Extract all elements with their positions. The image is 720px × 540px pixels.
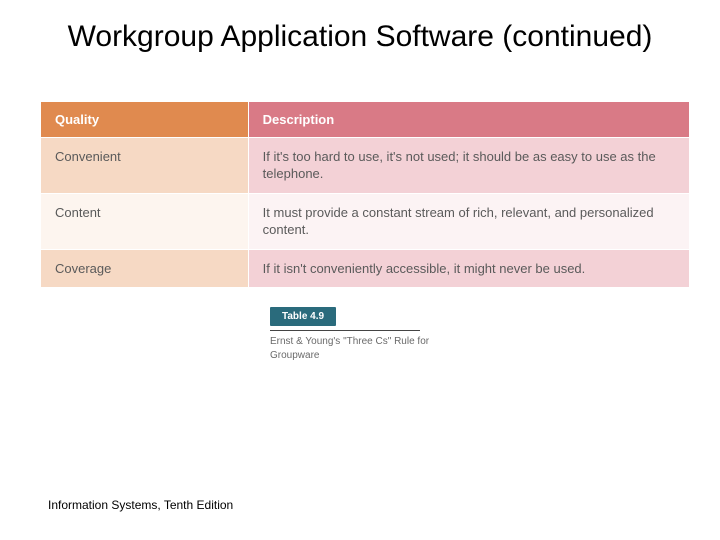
cell-quality: Coverage	[41, 249, 249, 288]
table-caption: Table 4.9 Ernst & Young's "Three Cs" Rul…	[270, 306, 450, 362]
cell-description: If it isn't conveniently accessible, it …	[248, 249, 689, 288]
footer-text: Information Systems, Tenth Edition	[48, 498, 233, 512]
header-description: Description	[248, 101, 689, 137]
caption-divider	[270, 330, 420, 331]
caption-text: Ernst & Young's "Three Cs" Rule for Grou…	[270, 335, 450, 362]
cell-quality: Content	[41, 193, 249, 249]
qualities-table-container: Quality Description Convenient If it's t…	[40, 101, 690, 289]
table-row: Content It must provide a constant strea…	[41, 193, 690, 249]
cell-description: It must provide a constant stream of ric…	[248, 193, 689, 249]
qualities-table: Quality Description Convenient If it's t…	[40, 101, 690, 289]
page-title: Workgroup Application Software (continue…	[0, 0, 720, 66]
table-row: Convenient If it's too hard to use, it's…	[41, 137, 690, 193]
table-row: Coverage If it isn't conveniently access…	[41, 249, 690, 288]
cell-description: If it's too hard to use, it's not used; …	[248, 137, 689, 193]
table-number-badge: Table 4.9	[270, 307, 336, 326]
cell-quality: Convenient	[41, 137, 249, 193]
header-quality: Quality	[41, 101, 249, 137]
